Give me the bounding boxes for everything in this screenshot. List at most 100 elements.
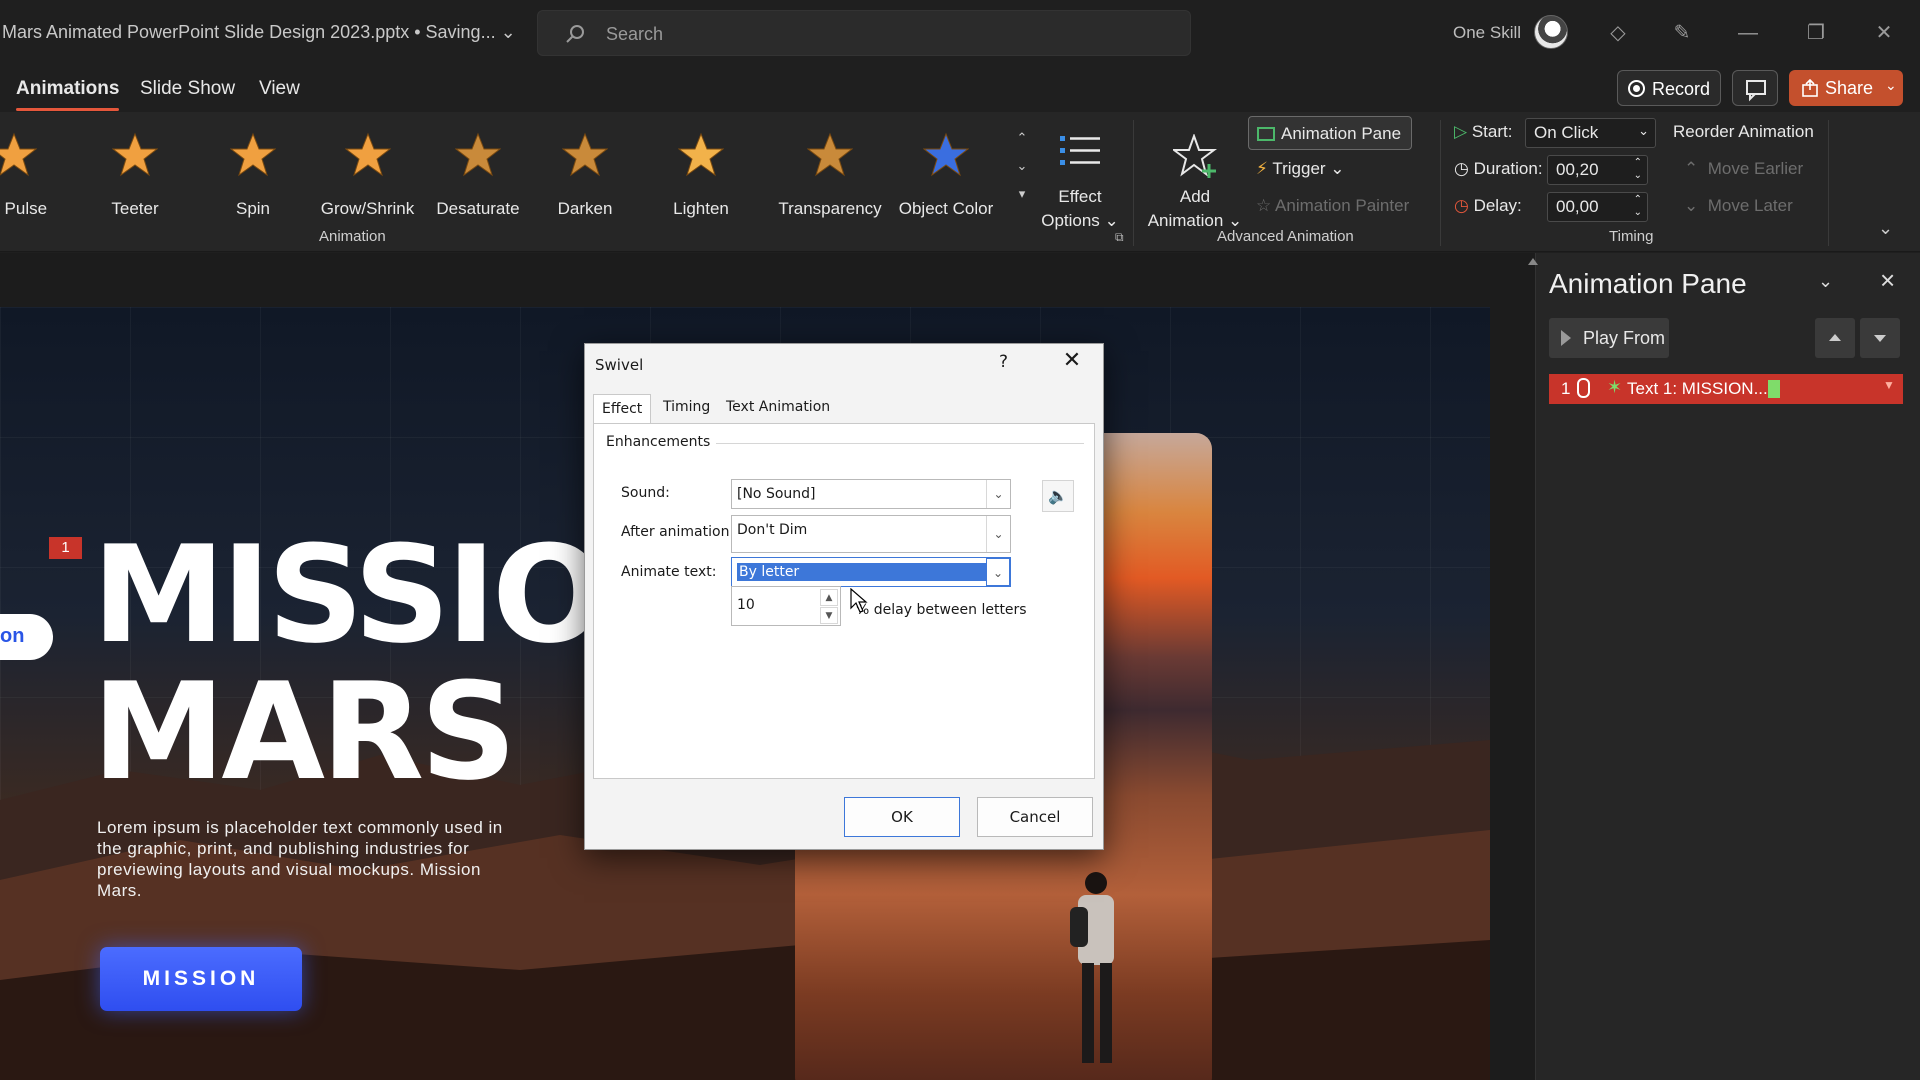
chevron-down-icon: ⌄ (1638, 123, 1649, 138)
mission-button[interactable]: MISSION (100, 947, 302, 1011)
trigger-button[interactable]: ⚡ Trigger ⌄ (1256, 159, 1345, 179)
effect-label: Object Color (898, 199, 994, 218)
gallery-up-icon[interactable]: ⌃ (1012, 126, 1032, 150)
mouse-cursor-icon (850, 588, 868, 613)
spin-icon[interactable]: ⌃ ⌄ (1634, 156, 1642, 182)
effect-object-color[interactable]: Object Color (891, 132, 1001, 232)
user-name[interactable]: One Skill (1453, 23, 1521, 43)
tab-view[interactable]: View (259, 78, 300, 100)
search-icon (566, 25, 584, 43)
effect-options-button[interactable]: Effect Options ⌄ (1035, 132, 1125, 232)
slide-title-line-2[interactable]: MARS (92, 654, 517, 810)
effect-label: Teeter (111, 199, 159, 218)
effect-desaturate[interactable]: Desaturate (428, 132, 528, 232)
effect-label: Desaturate (436, 199, 520, 218)
letter-delay-spinner[interactable]: 10 ▲ ▼ (731, 586, 841, 626)
after-animation-select[interactable]: Don't Dim ⌄ (731, 515, 1011, 553)
pen-icon[interactable]: ✎ (1667, 18, 1697, 48)
spin-down-icon[interactable]: ▼ (820, 607, 838, 624)
effect-lor-pulse[interactable]: lor Pulse (0, 132, 64, 232)
effect-transparency[interactable]: Transparency (775, 132, 885, 232)
search-box[interactable]: Search (537, 10, 1191, 56)
tab-text-animation[interactable]: Text Animation (726, 399, 830, 415)
ribbon: lor Pulse Teeter Spin Grow/Shrink Desaturate… (0, 112, 1920, 252)
duration-spinner[interactable]: 00,20 ⌃ ⌄ (1547, 155, 1648, 185)
close-icon[interactable]: ✕ (1059, 348, 1085, 374)
item-menu-icon[interactable]: ▼ (1883, 378, 1895, 392)
animation-painter-button[interactable]: ☆ Animation Painter (1256, 196, 1409, 216)
play-icon: ▷ (1454, 122, 1468, 141)
share-button[interactable]: Share ⌄ (1789, 70, 1903, 106)
animate-text-select[interactable]: By letter ⌄ (731, 557, 1011, 587)
sound-select[interactable]: [No Sound] ⌄ (731, 479, 1011, 509)
move-up-button[interactable] (1815, 318, 1855, 358)
collapse-ribbon-icon[interactable]: ⌄ (1878, 218, 1893, 239)
avatar[interactable] (1534, 15, 1568, 49)
star-add-icon (1173, 134, 1217, 178)
comments-button[interactable] (1732, 70, 1778, 106)
cancel-button[interactable]: Cancel (977, 797, 1093, 837)
star-effect-icon: ✶ (1607, 377, 1623, 397)
delay-spinner[interactable]: 00,00 ⌃ ⌄ (1547, 192, 1648, 222)
scrollbar[interactable] (1526, 253, 1540, 1080)
slide-title-line-1[interactable]: MISSIO (92, 517, 606, 673)
gallery-more-icon[interactable]: ▾ (1012, 182, 1032, 206)
help-icon[interactable]: ? (999, 352, 1008, 372)
move-earlier-button[interactable]: ⌃ Move Earlier (1684, 159, 1803, 179)
minimize-icon[interactable]: — (1733, 18, 1763, 48)
animation-item[interactable]: 1 ✶ Text 1: MISSION... ▼ (1549, 374, 1903, 404)
ok-button[interactable]: OK (844, 797, 960, 837)
effect-label: Transparency (778, 199, 882, 218)
effect-lighten[interactable]: Lighten (661, 132, 741, 232)
group-label-advanced: Advanced Animation (1217, 228, 1354, 245)
tab-effect[interactable]: Effect (593, 394, 651, 424)
effect-grow-shrink[interactable]: Grow/Shrink (315, 132, 420, 232)
effect-star-icon (344, 132, 391, 177)
slide-body-text[interactable]: Lorem ipsum is placeholder text commonly… (97, 817, 517, 901)
play-from-button[interactable]: Play From (1549, 318, 1669, 358)
tag-pill: on (0, 614, 53, 660)
effect-label: Spin (235, 199, 271, 218)
restore-icon[interactable]: ❐ (1801, 18, 1831, 48)
triangle-down-icon (1874, 335, 1886, 342)
spin-up-icon[interactable]: ▲ (820, 589, 838, 606)
pane-icon (1257, 127, 1275, 141)
document-title[interactable]: Mars Animated PowerPoint Slide Design 20… (2, 22, 516, 43)
play-icon (1561, 330, 1571, 346)
close-window-icon[interactable]: ✕ (1869, 18, 1899, 48)
chevron-down-icon[interactable]: ⌄ (1818, 271, 1833, 292)
speaker-icon[interactable]: 🔈 (1042, 480, 1074, 512)
separator (1440, 120, 1441, 246)
effect-label: Darken (557, 199, 613, 218)
effect-star-icon (112, 132, 158, 177)
effect-spin[interactable]: Spin (213, 132, 293, 232)
diamond-icon[interactable]: ◇ (1603, 18, 1633, 48)
start-label: ▷ Start: (1454, 122, 1513, 141)
gallery-down-icon[interactable]: ⌄ (1012, 154, 1032, 178)
astronaut-figure (1070, 872, 1114, 1063)
record-button[interactable]: Record (1617, 70, 1721, 106)
effect-star-icon (230, 132, 276, 177)
spin-icon[interactable]: ⌃ ⌄ (1634, 193, 1642, 219)
start-select[interactable]: On Click ⌄ (1525, 118, 1656, 148)
effect-darken[interactable]: Darken (545, 132, 625, 232)
group-label-animation: Animation (319, 228, 386, 245)
tab-slide-show[interactable]: Slide Show (140, 78, 235, 100)
effect-star-icon (807, 132, 853, 177)
after-animation-label: After animation: (621, 524, 735, 540)
dialog-launcher-icon[interactable]: ⧉ (1115, 230, 1124, 245)
move-down-button[interactable] (1860, 318, 1900, 358)
animation-pane-button[interactable]: Animation Pane (1248, 116, 1412, 150)
move-later-button[interactable]: ⌄ Move Later (1684, 196, 1793, 216)
chevron-down-icon[interactable]: ⌄ (501, 22, 516, 42)
animation-order-tag[interactable]: 1 (49, 537, 82, 559)
tab-timing[interactable]: Timing (663, 399, 710, 415)
triangle-up-icon (1829, 334, 1841, 341)
tab-animations[interactable]: Animations (16, 78, 120, 111)
letter-delay-label: % delay between letters (856, 602, 1027, 618)
effect-teeter[interactable]: Teeter (95, 132, 175, 232)
add-animation-button[interactable]: Add Animation ⌄ (1143, 132, 1247, 232)
close-icon[interactable]: × (1880, 265, 1895, 296)
swivel-dialog: Swivel ? ✕ Effect Timing Text Animation … (584, 343, 1104, 850)
enhancements-heading: Enhancements (606, 434, 717, 450)
